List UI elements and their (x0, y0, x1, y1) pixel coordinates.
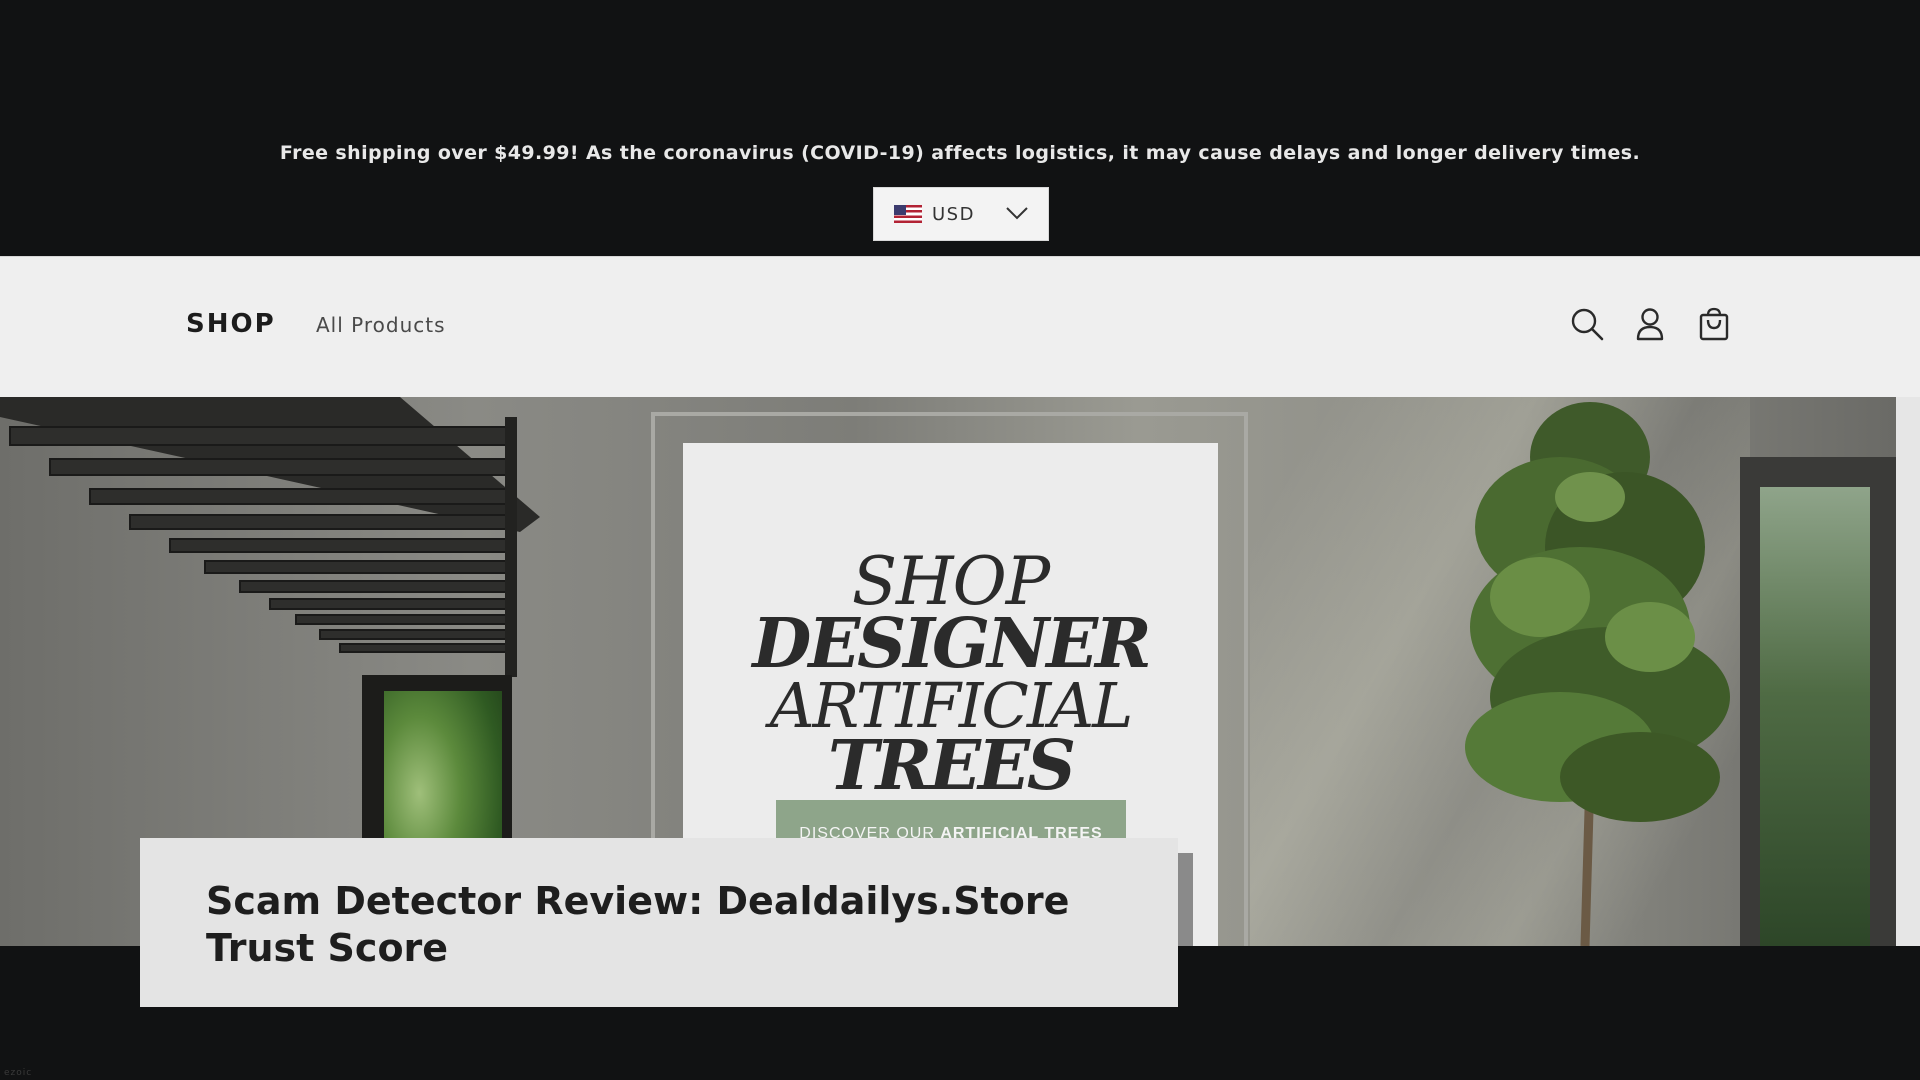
announcement-bar: Free shipping over $49.99! As the corona… (279, 142, 1641, 164)
site-header: SHOP All Products (0, 256, 1920, 397)
video-frame: Free shipping over $49.99! As the corona… (0, 0, 1920, 1080)
potted-tree (1465, 402, 1730, 946)
video-title-card: Scam Detector Review: Dealdailys.Store T… (140, 838, 1178, 1007)
ceiling-beams (0, 397, 540, 677)
site-logo[interactable]: SHOP (186, 309, 276, 339)
account-icon[interactable] (1632, 306, 1668, 342)
watermark: ezoic (4, 1068, 33, 1078)
nav-all-products[interactable]: All Products (316, 313, 446, 337)
video-title: Scam Detector Review: Dealdailys.Store T… (206, 879, 1070, 970)
poster-headline: SHOP DESIGNER ARTIFICIAL TREES (752, 543, 1151, 807)
us-flag-icon (894, 205, 922, 223)
currency-code: USD (932, 203, 975, 225)
cart-icon[interactable] (1696, 306, 1732, 342)
search-icon[interactable] (1569, 306, 1605, 342)
currency-selector[interactable]: USD (873, 187, 1049, 241)
page-scrollbar[interactable] (1896, 397, 1920, 946)
chevron-down-icon (1006, 207, 1028, 220)
